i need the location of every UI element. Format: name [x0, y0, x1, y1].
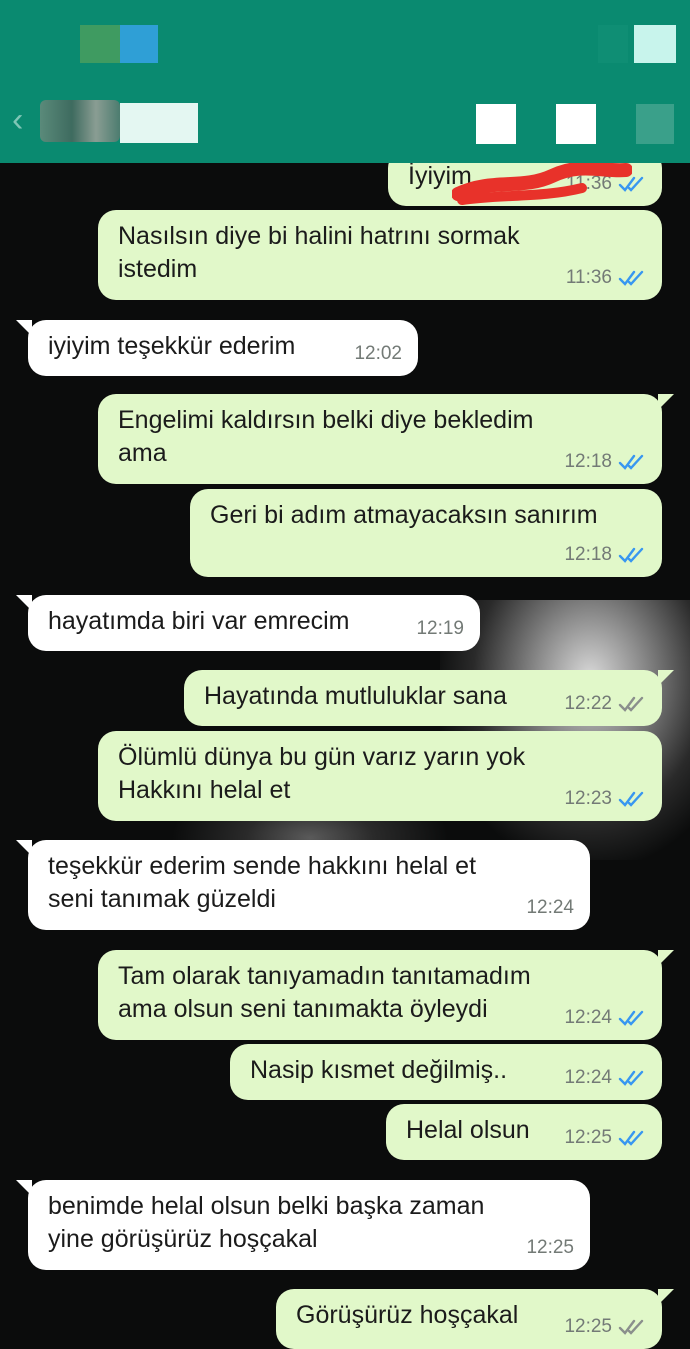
message-text: benimde helal olsun belki başka zaman yi…	[48, 1192, 485, 1253]
app-bar: ‹	[0, 0, 690, 163]
message-bubble[interactable]: Ölümlü dünya bu gün varız yarın yok Hakk…	[98, 731, 662, 821]
message-bubble[interactable]: Nasip kısmet değilmiş.. 12:24	[230, 1044, 662, 1100]
message-time: 12:18	[564, 544, 612, 565]
read-ticks-icon	[618, 791, 644, 807]
status-bar-blurred-icon	[120, 25, 158, 63]
contact-avatar[interactable]	[40, 100, 120, 142]
read-ticks-icon	[618, 454, 644, 470]
message-bubble[interactable]: Engelimi kaldırsın belki diye bekledim a…	[98, 394, 674, 484]
read-ticks-icon	[618, 270, 644, 286]
message-text: Tam olarak tanıyamadın tanıtamadım ama o…	[118, 962, 531, 1023]
message-time: 12:23	[564, 788, 612, 809]
message-bubble[interactable]: iyiyim teşekkür ederim 12:02	[16, 320, 418, 376]
message-time: 12:25	[564, 1316, 612, 1337]
status-bar-blurred-icon	[80, 25, 120, 63]
video-call-icon[interactable]	[476, 104, 516, 144]
status-bar-blurred-icon	[634, 25, 676, 63]
read-ticks-icon	[618, 1130, 644, 1146]
back-arrow-icon[interactable]: ‹	[12, 100, 36, 140]
contact-name[interactable]	[120, 103, 198, 143]
message-text: Engelimi kaldırsın belki diye bekledim a…	[118, 406, 534, 467]
read-ticks-icon	[618, 547, 644, 563]
message-time: 12:19	[416, 618, 464, 639]
message-bubble[interactable]: Hayatında mutluluklar sana 12:22	[184, 670, 674, 726]
message-time: 12:22	[564, 693, 612, 714]
message-time: 11:36	[565, 267, 612, 288]
message-bubble[interactable]: Geri bi adım atmayacaksın sanırım 12:18	[190, 489, 662, 577]
delivered-ticks-icon	[618, 1319, 644, 1335]
message-bubble[interactable]: Nasılsın diye bi halini hatrını sormak i…	[98, 210, 662, 300]
message-time: 12:18	[564, 451, 612, 472]
message-bubble[interactable]: Görüşürüz hoşçakal 12:25	[276, 1289, 674, 1349]
message-bubble[interactable]: Helal olsun 12:25	[386, 1104, 662, 1160]
read-ticks-icon	[618, 1010, 644, 1026]
message-time: 12:24	[564, 1007, 612, 1028]
message-time: 12:24	[526, 897, 574, 918]
message-time: 12:24	[564, 1067, 612, 1088]
message-text: Ölümlü dünya bu gün varız yarın yok Hakk…	[118, 743, 526, 804]
message-text: Geri bi adım atmayacaksın sanırım	[210, 501, 598, 529]
message-bubble[interactable]: benimde helal olsun belki başka zaman yi…	[16, 1180, 590, 1270]
message-time: 12:02	[354, 343, 402, 364]
message-text: hayatımda biri var emrecim	[48, 607, 350, 635]
message-text: Nasılsın diye bi halini hatrını sormak i…	[118, 222, 520, 283]
message-time: 12:25	[564, 1127, 612, 1148]
redaction-scribble	[452, 161, 632, 205]
read-ticks-icon	[618, 1070, 644, 1086]
voice-call-icon[interactable]	[556, 104, 596, 144]
message-bubble[interactable]: Tam olarak tanıyamadın tanıtamadım ama o…	[98, 950, 674, 1040]
delivered-ticks-icon	[618, 696, 644, 712]
more-icon[interactable]	[636, 104, 674, 144]
message-bubble[interactable]: hayatımda biri var emrecim 12:19	[16, 595, 480, 651]
status-bar-blurred-icon	[598, 25, 628, 63]
message-bubble[interactable]: teşekkür ederim sende hakkını helal et s…	[16, 840, 590, 930]
message-text: iyiyim teşekkür ederim	[48, 332, 296, 360]
message-text: teşekkür ederim sende hakkını helal et s…	[48, 852, 477, 913]
message-time: 12:25	[526, 1237, 574, 1258]
